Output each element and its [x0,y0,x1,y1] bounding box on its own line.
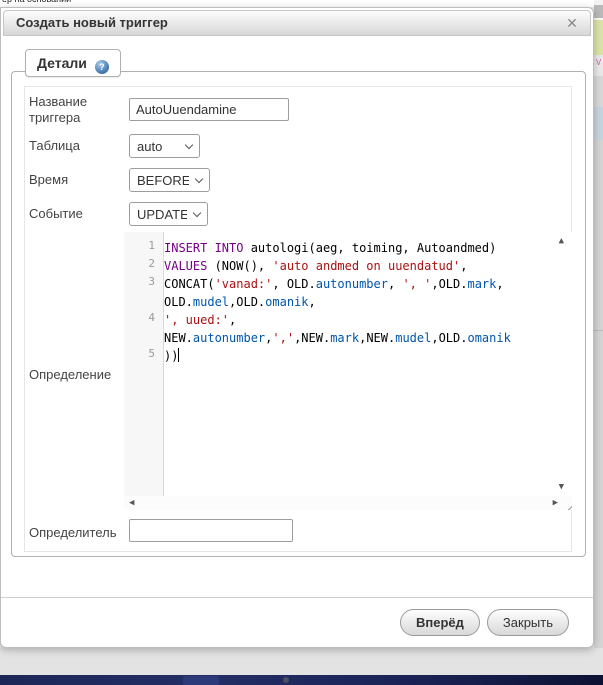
dialog-title-bar[interactable]: Создать новый триггер ✕ [3,10,591,36]
scroll-down-icon[interactable]: ▼ [559,482,564,492]
bg-band-blue [594,107,603,140]
scroll-right-icon[interactable]: ▶ [553,498,558,508]
bg-hairline [594,330,603,331]
code-text: VALUES (NOW(), 'auto andmed on uuendatud… [164,259,467,273]
definition-editor[interactable]: 1INSERT INTO autologi(aeg, toiming, Auto… [124,232,572,510]
create-trigger-dialog: Создать новый триггер ✕ Детали? Название… [0,7,594,648]
event-select[interactable]: UPDATE [129,202,208,226]
go-button[interactable]: Вперёд [400,609,480,636]
code-line: 2VALUES (NOW(), 'auto andmed on uuendatu… [124,255,558,273]
line-number: 5 [124,345,164,363]
bg-band-green [594,20,603,55]
code-text: )) [164,349,179,363]
code-line: 1INSERT INTO autologi(aeg, toiming, Auto… [124,237,558,255]
bg-band [594,76,603,107]
details-legend: Детали? [25,49,121,77]
bg-band [594,5,603,18]
time-select[interactable]: BEFORE [129,168,210,192]
line-number: 4 [124,309,164,327]
close-icon[interactable]: ✕ [562,14,582,34]
overlay-area [0,648,603,675]
taskbar-icon[interactable] [283,677,289,683]
table-select[interactable]: auto [129,134,200,158]
dialog-button-pane: Вперёд Закрыть [400,609,569,636]
taskbar [0,675,603,685]
code-text: OLD.mudel,OLD.omanik, [164,295,316,309]
scroll-left-icon[interactable]: ◀ [129,498,134,508]
background-page-top-fragment: ер на основании [0,0,594,7]
code-text: INSERT INTO autologi(aeg, toiming, Autoa… [164,241,496,255]
event-label: Событие [29,206,125,222]
bg-band-link-fragment: V [594,55,603,76]
code-line: OLD.mudel,OLD.omanik, [124,291,558,309]
text-cursor [178,348,179,362]
code-text: NEW.autonumber,',',NEW.mark,NEW.mudel,OL… [164,331,511,345]
line-number: 2 [124,255,164,273]
background-page-right-fragment: V [594,0,603,675]
line-number: 3 [124,273,164,291]
taskbar-button[interactable] [183,676,219,685]
scroll-up-icon[interactable]: ▲ [559,236,564,246]
definition-label: Определение [29,367,125,383]
trigger-name-label: Название триггера [29,94,125,125]
details-legend-label: Детали [37,55,87,71]
trigger-name-input[interactable] [129,98,289,121]
code-line: 3CONCAT('vanad:', OLD.autonumber, ', ',O… [124,273,558,291]
code-text: ', uued:', [164,313,236,327]
table-label: Таблица [29,138,125,154]
time-label: Время [29,172,125,188]
code-text: CONCAT('vanad:', OLD.autonumber, ', ',OL… [164,277,504,291]
definer-input[interactable] [129,519,293,542]
code-editor-lines[interactable]: 1INSERT INTO autologi(aeg, toiming, Auto… [124,237,558,363]
clipped-heading-text: ер на основании [2,0,594,4]
dialog-title: Создать новый триггер [16,11,168,35]
form-area: Название триггера Таблица auto Время BEF… [24,86,572,552]
code-line: 4', uued:', [124,309,558,327]
definer-label: Определитель [29,525,125,541]
close-button[interactable]: Закрыть [487,609,569,636]
help-icon[interactable]: ? [95,60,109,74]
code-line: 5)) [124,345,558,363]
footer-divider [1,597,593,598]
line-number: 1 [124,237,164,255]
code-line: NEW.autonumber,',',NEW.mark,NEW.mudel,OL… [124,327,558,345]
editor-horizontal-scrollbar[interactable]: ◀ ▶ [124,496,572,510]
